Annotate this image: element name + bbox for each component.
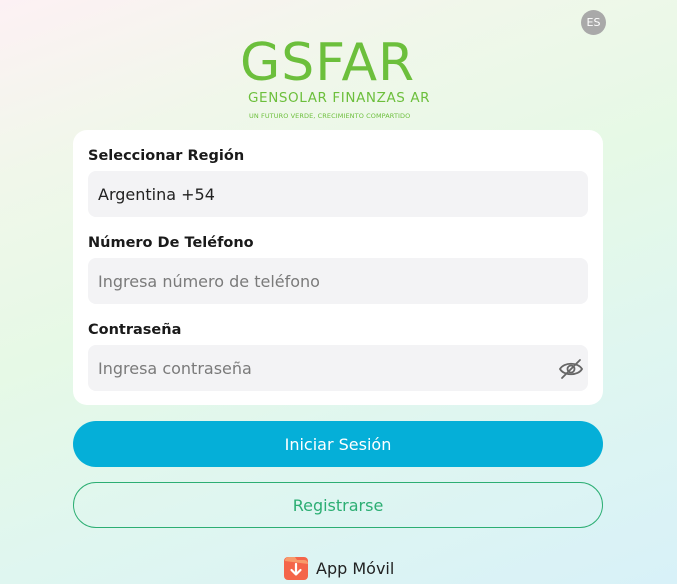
phone-input[interactable] [98, 271, 538, 291]
brand-tagline: UN FUTURO VERDE, CRECIMIENTO COMPARTIDO [249, 112, 411, 120]
register-button[interactable]: Registrarse [73, 482, 603, 528]
password-label: Contraseña [88, 322, 182, 338]
password-field [88, 345, 588, 391]
region-label: Seleccionar Región [88, 148, 245, 164]
app-link-label: App Móvil [316, 558, 395, 578]
region-value: Argentina +54 [98, 184, 215, 204]
phone-field [88, 258, 588, 304]
download-app-icon [284, 557, 308, 580]
brand-logo: GSFAR GENSOLAR FINANZAS AR UN FUTURO VER… [240, 34, 440, 124]
eye-off-icon[interactable] [558, 356, 584, 382]
password-input[interactable] [98, 358, 538, 378]
region-select[interactable]: Argentina +54 [88, 171, 588, 217]
mobile-app-link[interactable]: App Móvil [282, 554, 394, 582]
language-selector[interactable]: ES [581, 10, 606, 35]
gsfar-logo-mark: GSFAR [240, 34, 415, 86]
phone-label: Número De Teléfono [88, 235, 254, 251]
logo-wordmark: GSFAR [240, 34, 415, 86]
login-form-card: Seleccionar Región Argentina +54 Número … [73, 130, 603, 405]
brand-name: GENSOLAR FINANZAS AR [248, 90, 431, 106]
login-button[interactable]: Iniciar Sesión [73, 421, 603, 467]
